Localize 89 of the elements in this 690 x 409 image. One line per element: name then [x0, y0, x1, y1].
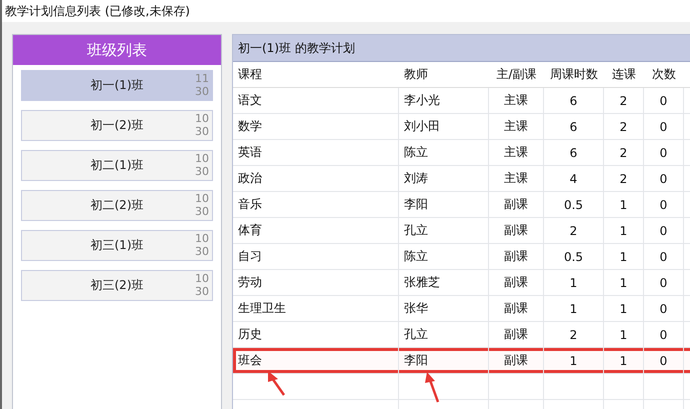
column-header[interactable]: 周课时数 — [550, 66, 598, 83]
table-cell: 6 — [570, 120, 578, 134]
table-cell: 孔立 — [404, 222, 428, 239]
table-cell: 2 — [620, 146, 628, 160]
class-count: 10 30 — [195, 152, 209, 178]
class-item[interactable]: 初二(2)班 10 30 — [21, 190, 213, 221]
table-cell: 语文 — [238, 92, 262, 109]
class-item[interactable]: 初一(2)班 10 30 — [21, 110, 213, 141]
column-header[interactable]: 连课 — [612, 66, 636, 83]
annotation-arrow — [425, 372, 440, 402]
table-cell: 2 — [570, 224, 578, 238]
table-cell: 张雅芝 — [404, 274, 440, 291]
column-header[interactable]: 主/副课 — [496, 66, 537, 83]
table-cell: 主课 — [504, 170, 528, 187]
table-cell: 2 — [620, 172, 628, 186]
class-item[interactable]: 初三(1)班 10 30 — [21, 230, 213, 261]
table-cell: 0.5 — [564, 250, 584, 264]
class-item[interactable]: 初二(1)班 10 30 — [21, 150, 213, 181]
table-cell: 1 — [620, 276, 628, 290]
table-cell: 1 — [570, 276, 578, 290]
table-cell: 0 — [660, 328, 668, 342]
class-list-header: 班级列表 — [13, 35, 221, 65]
table-cell: 副课 — [504, 274, 528, 291]
table-cell: 1 — [620, 354, 628, 368]
class-item[interactable]: 初三(2)班 10 30 — [21, 270, 213, 301]
table-cell: 1 — [620, 224, 628, 238]
table-cell: 1 — [570, 302, 578, 316]
column-header[interactable]: 次数 — [652, 66, 676, 83]
table-cell: 0 — [660, 250, 668, 264]
table-cell: 陈立 — [404, 144, 428, 161]
table-cell: 张华 — [404, 300, 428, 317]
plan-title: 初一(1)班 的教学计划 — [233, 35, 690, 62]
table-cell: 自习 — [238, 248, 262, 265]
table-cell: 0 — [660, 120, 668, 134]
table-cell: 主课 — [504, 144, 528, 161]
table-cell: 主课 — [504, 92, 528, 109]
table-cell: 2 — [620, 120, 628, 134]
table-cell: 李小光 — [404, 92, 440, 109]
table-cell: 0.5 — [564, 198, 584, 212]
table-cell: 1 — [620, 302, 628, 316]
table-cell: 0 — [660, 146, 668, 160]
table-cell: 1 — [620, 250, 628, 264]
table-cell: 音乐 — [238, 196, 262, 213]
table-cell: 副课 — [504, 352, 528, 369]
table-cell: 历史 — [238, 326, 262, 343]
table-cell: 0 — [660, 224, 668, 238]
table-cell: 副课 — [504, 222, 528, 239]
table-cell: 副课 — [504, 300, 528, 317]
table-cell: 4 — [570, 172, 578, 186]
table-cell: 孔立 — [404, 326, 428, 343]
table-cell: 班会 — [238, 352, 262, 369]
class-item[interactable]: 初一(1)班 11 30 — [21, 70, 213, 101]
window-title: 教学计划信息列表 (已修改,未保存) — [5, 2, 190, 20]
table-cell: 数学 — [238, 118, 262, 135]
table-cell: 英语 — [238, 144, 262, 161]
table-cell: 0 — [660, 94, 668, 108]
table-cell: 劳动 — [238, 274, 262, 291]
table-cell: 1 — [620, 328, 628, 342]
table-cell: 2 — [570, 328, 578, 342]
column-header[interactable]: 教师 — [404, 66, 428, 83]
table-cell: 0 — [660, 172, 668, 186]
table-cell: 李阳 — [404, 352, 428, 369]
table-cell: 0 — [660, 198, 668, 212]
class-count: 10 30 — [195, 192, 209, 218]
annotation-arrow — [268, 371, 286, 396]
table-cell: 0 — [660, 302, 668, 316]
table-cell: 1 — [620, 198, 628, 212]
table-cell: 刘小田 — [404, 118, 440, 135]
table-cell: 0 — [660, 276, 668, 290]
table-cell: 6 — [570, 94, 578, 108]
table-cell: 体育 — [238, 222, 262, 239]
class-count: 10 30 — [195, 272, 209, 298]
table-cell: 副课 — [504, 196, 528, 213]
table-cell: 政治 — [238, 170, 262, 187]
table-cell: 主课 — [504, 118, 528, 135]
table-cell: 6 — [570, 146, 578, 160]
class-count: 11 30 — [195, 72, 209, 98]
table-cell: 刘涛 — [404, 170, 428, 187]
table-cell: 副课 — [504, 326, 528, 343]
column-header[interactable]: 课程 — [238, 66, 262, 83]
table-cell: 副课 — [504, 248, 528, 265]
table-cell: 2 — [620, 94, 628, 108]
table-cell: 生理卫生 — [238, 300, 286, 317]
table-cell: 陈立 — [404, 248, 428, 265]
table-cell: 1 — [570, 354, 578, 368]
table-cell: 李阳 — [404, 196, 428, 213]
table-cell: 0 — [660, 354, 668, 368]
class-count: 10 30 — [195, 112, 209, 138]
class-count: 10 30 — [195, 232, 209, 258]
